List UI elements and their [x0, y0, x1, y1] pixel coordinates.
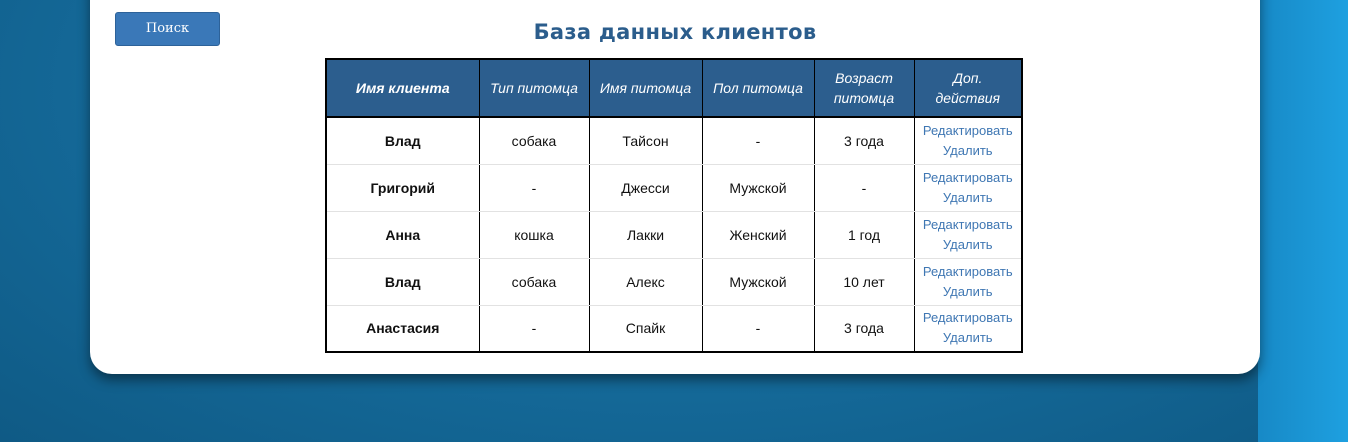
- cell-pet-type: кошка: [479, 211, 590, 259]
- cell-pet-age: 3 года: [814, 305, 915, 352]
- cell-pet-age: 1 год: [814, 211, 915, 259]
- delete-link[interactable]: Удалить: [919, 282, 1018, 302]
- cell-pet-type: -: [479, 164, 590, 212]
- table-row: Анастасия - Спайк - 3 года Редактировать…: [326, 305, 1022, 352]
- cell-actions: Редактировать Удалить: [914, 164, 1022, 212]
- cell-pet-type: собака: [479, 117, 590, 165]
- header-pet-sex: Пол питомца: [702, 59, 815, 118]
- cell-pet-type: собака: [479, 258, 590, 306]
- cell-actions: Редактировать Удалить: [914, 305, 1022, 352]
- cell-pet-sex: -: [702, 117, 815, 165]
- header-pet-age: Возраст питомца: [814, 59, 915, 118]
- cell-client-name: Влад: [326, 117, 480, 165]
- header-client-name: Имя клиента: [326, 59, 480, 118]
- clients-table: Имя клиента Тип питомца Имя питомца Пол …: [325, 58, 1023, 353]
- edit-link[interactable]: Редактировать: [919, 308, 1018, 328]
- cell-pet-name: Спайк: [589, 305, 703, 352]
- delete-link[interactable]: Удалить: [919, 235, 1018, 255]
- table-row: Влад собака Алекс Мужской 10 лет Редакти…: [326, 258, 1022, 306]
- cell-client-name: Григорий: [326, 164, 480, 212]
- edit-link[interactable]: Редактировать: [919, 121, 1018, 141]
- cell-pet-sex: Женский: [702, 211, 815, 259]
- cell-pet-name: Джесси: [589, 164, 703, 212]
- delete-link[interactable]: Удалить: [919, 328, 1018, 348]
- cell-client-name: Анастасия: [326, 305, 480, 352]
- delete-link[interactable]: Удалить: [919, 141, 1018, 161]
- header-actions: Доп. действия: [914, 59, 1022, 118]
- cell-pet-name: Лакки: [589, 211, 703, 259]
- cell-pet-name: Тайсон: [589, 117, 703, 165]
- table-row: Григорий - Джесси Мужской - Редактироват…: [326, 164, 1022, 212]
- cell-actions: Редактировать Удалить: [914, 258, 1022, 306]
- background-accent: [1258, 0, 1348, 442]
- cell-client-name: Влад: [326, 258, 480, 306]
- cell-pet-age: 10 лет: [814, 258, 915, 306]
- cell-pet-age: 3 года: [814, 117, 915, 165]
- cell-client-name: Анна: [326, 211, 480, 259]
- cell-actions: Редактировать Удалить: [914, 211, 1022, 259]
- header-pet-name: Имя питомца: [589, 59, 703, 118]
- table-row: Анна кошка Лакки Женский 1 год Редактиро…: [326, 211, 1022, 259]
- cell-pet-sex: Мужской: [702, 164, 815, 212]
- edit-link[interactable]: Редактировать: [919, 215, 1018, 235]
- cell-pet-sex: Мужской: [702, 258, 815, 306]
- cell-pet-age: -: [814, 164, 915, 212]
- cell-pet-sex: -: [702, 305, 815, 352]
- edit-link[interactable]: Редактировать: [919, 168, 1018, 188]
- edit-link[interactable]: Редактировать: [919, 262, 1018, 282]
- content-panel: Поиск База данных клиентов Имя клиента Т…: [90, 0, 1260, 374]
- page-title: База данных клиентов: [533, 20, 817, 44]
- table-row: Влад собака Тайсон - 3 года Редактироват…: [326, 117, 1022, 165]
- delete-link[interactable]: Удалить: [919, 188, 1018, 208]
- cell-actions: Редактировать Удалить: [914, 117, 1022, 165]
- table-header-row: Имя клиента Тип питомца Имя питомца Пол …: [326, 59, 1022, 118]
- cell-pet-name: Алекс: [589, 258, 703, 306]
- header-pet-type: Тип питомца: [479, 59, 590, 118]
- cell-pet-type: -: [479, 305, 590, 352]
